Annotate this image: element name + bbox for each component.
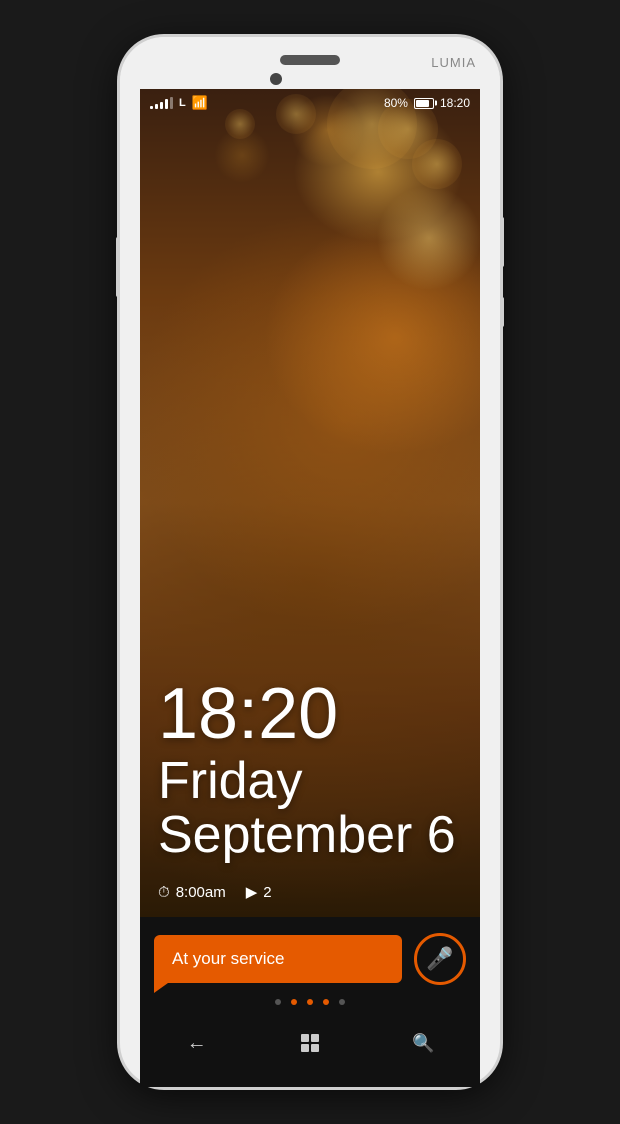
phone-device: LUMIA L 📶 80% <box>120 37 500 1087</box>
clock-date: September 6 <box>158 808 462 863</box>
signal-bar-2 <box>155 104 158 109</box>
cortana-bar[interactable]: At your service 🎤 <box>154 933 466 985</box>
page-dots <box>154 995 466 1009</box>
status-time: 18:20 <box>440 96 470 110</box>
clock-day: Friday <box>158 754 462 809</box>
bottom-spacer <box>140 1071 480 1087</box>
power-button[interactable] <box>116 237 120 297</box>
camera-button[interactable] <box>500 297 504 327</box>
cortana-text: At your service <box>172 949 284 969</box>
alarm-notification: ⏱ 8:00am <box>158 884 226 901</box>
cortana-mic-button[interactable]: 🎤 <box>414 933 466 985</box>
nav-bar: ← 🔍 <box>140 1019 480 1071</box>
dot-4[interactable] <box>323 999 329 1005</box>
wifi-icon: 📶 <box>192 95 208 111</box>
network-label: L <box>179 97 186 109</box>
win-sq-4 <box>311 1044 319 1052</box>
windows-icon <box>301 1034 319 1052</box>
search-icon: 🔍 <box>412 1033 434 1054</box>
brand-label: LUMIA <box>431 55 476 70</box>
dot-3[interactable] <box>307 999 313 1005</box>
volume-button[interactable] <box>500 217 504 267</box>
microphone-icon: 🎤 <box>426 946 453 972</box>
search-button[interactable]: 🔍 <box>398 1023 448 1063</box>
signal-bars <box>150 97 173 109</box>
signal-bar-4 <box>165 99 168 109</box>
status-right: 80% 18:20 <box>384 96 470 110</box>
phone-top-center <box>280 55 340 65</box>
message-notification: ▶ 2 <box>246 883 272 901</box>
status-left: L 📶 <box>150 95 208 111</box>
win-sq-3 <box>301 1044 309 1052</box>
bottom-area: At your service 🎤 <box>140 917 480 1019</box>
win-sq-1 <box>301 1034 309 1042</box>
alarm-icon: ⏱ <box>158 884 170 901</box>
cortana-bubble[interactable]: At your service <box>154 935 402 983</box>
back-button[interactable]: ← <box>172 1023 222 1063</box>
back-icon: ← <box>187 1032 207 1055</box>
battery-container <box>414 98 434 109</box>
front-camera <box>270 73 282 85</box>
signal-bar-3 <box>160 102 163 109</box>
battery-fill <box>416 100 429 107</box>
win-sq-2 <box>311 1034 319 1042</box>
alarm-time: 8:00am <box>176 884 226 901</box>
phone-screen: L 📶 80% 18:20 18:20 Friday September 6 ⏱ <box>140 89 480 917</box>
home-button[interactable] <box>285 1023 335 1063</box>
signal-bar-5 <box>170 97 173 109</box>
signal-bar-1 <box>150 106 153 109</box>
phone-speaker <box>280 55 340 65</box>
dot-1[interactable] <box>275 999 281 1005</box>
battery-percent: 80% <box>384 96 408 110</box>
dot-5[interactable] <box>339 999 345 1005</box>
notifications: ⏱ 8:00am ▶ 2 <box>158 883 462 901</box>
main-content: 18:20 Friday September 6 ⏱ 8:00am ▶ 2 <box>140 115 480 917</box>
clock-time: 18:20 <box>158 678 462 750</box>
message-count: 2 <box>263 884 271 901</box>
battery-icon <box>414 98 434 109</box>
message-icon: ▶ <box>246 883 258 901</box>
status-bar: L 📶 80% 18:20 <box>140 89 480 115</box>
phone-top-bar: LUMIA <box>120 37 500 89</box>
dot-2[interactable] <box>291 999 297 1005</box>
